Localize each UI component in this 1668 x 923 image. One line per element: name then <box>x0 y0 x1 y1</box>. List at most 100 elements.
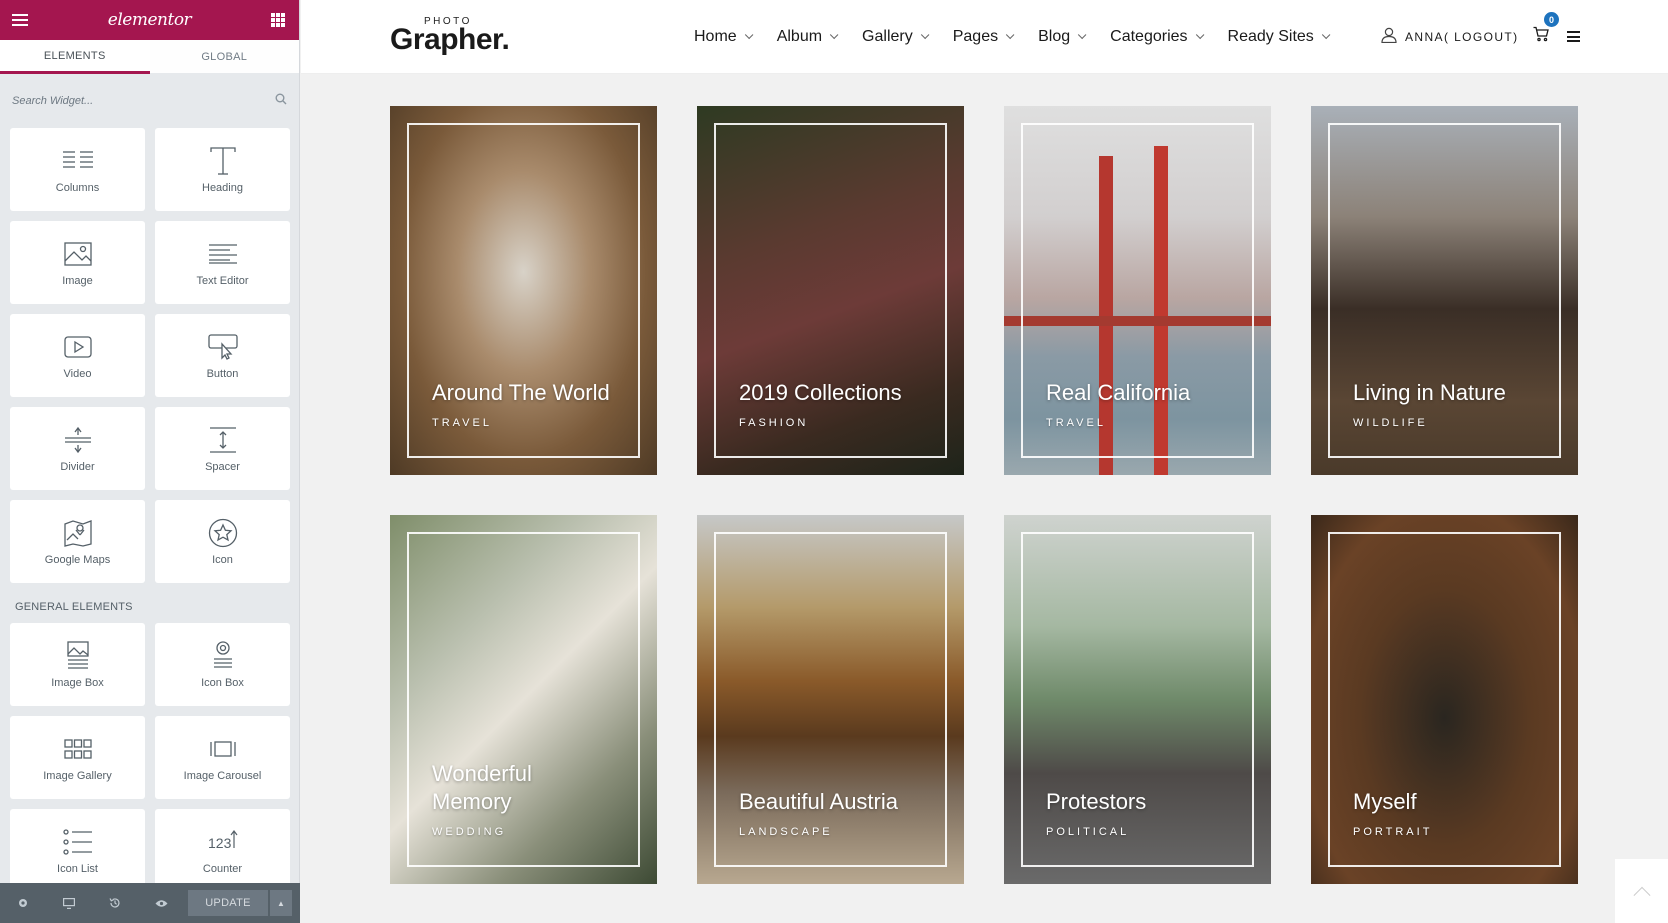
widget-spacer[interactable]: Spacer <box>155 407 290 490</box>
card-frame <box>1328 123 1561 458</box>
update-button[interactable]: UPDATE <box>188 890 268 916</box>
widget-button[interactable]: Button <box>155 314 290 397</box>
history-icon[interactable] <box>106 883 124 923</box>
card-category: TRAVEL <box>1046 417 1106 429</box>
widget-text-editor[interactable]: Text Editor <box>155 221 290 304</box>
widget-icon-box[interactable]: Icon Box <box>155 623 290 706</box>
update-options-caret-icon[interactable]: ▲ <box>270 890 292 916</box>
cart-icon[interactable] <box>1533 26 1549 47</box>
chevron-down-icon <box>1195 30 1204 40</box>
widget-image-carousel[interactable]: Image Carousel <box>155 716 290 799</box>
nav-label: Pages <box>952 28 999 45</box>
scroll-to-top-button[interactable] <box>1615 859 1668 923</box>
nav-label: Gallery <box>862 28 913 45</box>
responsive-desktop-icon[interactable] <box>60 883 78 923</box>
star-icon <box>208 518 238 548</box>
account-link[interactable]: ANNA( LOGOUT) <box>1381 27 1519 46</box>
main-navigation: Home Album Gallery Pages Blog Categories… <box>694 0 1354 74</box>
card-frame <box>407 123 640 458</box>
chevron-down-icon <box>920 30 930 40</box>
gallery-card[interactable]: Living in Nature WILDLIFE <box>1311 106 1578 475</box>
card-frame <box>1328 532 1561 867</box>
card-category: TRAVEL <box>432 417 492 429</box>
nav-categories[interactable]: Categories <box>1110 28 1204 46</box>
account-label: ANNA( LOGOUT) <box>1405 29 1519 44</box>
widget-label: Button <box>206 367 239 380</box>
widget-columns[interactable]: Columns <box>10 128 145 211</box>
chevron-down-icon <box>1321 30 1331 40</box>
gallery-card[interactable]: Wonderful Memory WEDDING <box>390 515 657 884</box>
chevron-down-icon <box>744 30 754 40</box>
widget-label: Icon <box>212 553 233 566</box>
gallery-card[interactable]: Real California TRAVEL <box>1004 106 1271 475</box>
widgets-grid-icon[interactable] <box>270 13 285 27</box>
widget-google-maps[interactable]: Google Maps <box>10 500 145 583</box>
gallery-card[interactable]: Around The World TRAVEL <box>390 106 657 475</box>
card-frame <box>1021 123 1254 458</box>
card-frame <box>714 123 947 458</box>
general-elements-heading: GENERAL ELEMENTS <box>15 601 133 613</box>
card-title: Beautiful Austria <box>739 789 898 814</box>
widget-label: Divider <box>60 460 95 473</box>
card-category: WEDDING <box>432 826 507 838</box>
widget-image-gallery[interactable]: Image Gallery <box>10 716 145 799</box>
nav-ready-sites[interactable]: Ready Sites <box>1227 28 1331 46</box>
widget-icon[interactable]: Icon <box>155 500 290 583</box>
user-icon <box>1381 27 1397 46</box>
widget-image[interactable]: Image <box>10 221 145 304</box>
preview-eye-icon[interactable] <box>152 883 170 923</box>
nav-home[interactable]: Home <box>694 28 754 46</box>
widget-heading[interactable]: Heading <box>155 128 290 211</box>
widget-label: Spacer <box>205 460 240 473</box>
site-header: PHOTO Grapher. Home Album Gallery Pages … <box>301 0 1668 74</box>
widget-divider[interactable]: Divider <box>10 407 145 490</box>
icon-list-icon <box>62 827 93 857</box>
card-title: Real California <box>1046 380 1191 405</box>
widget-search <box>0 74 299 128</box>
elementor-panel: elementor ELEMENTS GLOBAL Columns Headin… <box>0 0 300 923</box>
card-title: Around The World <box>432 380 610 405</box>
site-preview: PHOTO Grapher. Home Album Gallery Pages … <box>301 0 1668 923</box>
tab-global[interactable]: GLOBAL <box>149 40 299 74</box>
panel-header: elementor <box>0 0 299 40</box>
search-icon[interactable] <box>275 92 287 110</box>
chevron-up-icon <box>1633 886 1650 904</box>
site-logo[interactable]: PHOTO Grapher. <box>390 16 520 56</box>
widget-label: Image Carousel <box>183 769 262 782</box>
menu-icon[interactable] <box>1567 31 1580 42</box>
cart-count-badge: 0 <box>1544 12 1559 27</box>
image-carousel-icon <box>209 734 237 764</box>
widget-image-box[interactable]: Image Box <box>10 623 145 706</box>
widget-label: Image Gallery <box>43 769 112 782</box>
widget-icon-list[interactable]: Icon List <box>10 809 145 892</box>
nav-label: Categories <box>1110 28 1188 45</box>
hamburger-menu-icon[interactable] <box>12 14 28 26</box>
nav-gallery[interactable]: Gallery <box>862 28 930 46</box>
elementor-logo: elementor <box>107 10 192 30</box>
widget-label: Image Box <box>51 676 104 689</box>
button-icon <box>207 332 238 362</box>
gallery-card[interactable]: Beautiful Austria LANDSCAPE <box>697 515 964 884</box>
nav-label: Album <box>776 28 823 45</box>
nav-pages[interactable]: Pages <box>952 28 1015 46</box>
gallery-card[interactable]: Myself PORTRAIT <box>1311 515 1578 884</box>
counter-icon: 123 <box>208 827 238 857</box>
widget-counter[interactable]: 123 Counter <box>155 809 290 892</box>
widget-label: Image <box>62 274 93 287</box>
nav-label: Ready Sites <box>1227 28 1314 45</box>
card-frame <box>714 532 947 867</box>
settings-gear-icon[interactable] <box>14 883 32 923</box>
tab-elements[interactable]: ELEMENTS <box>0 40 150 74</box>
card-category: LANDSCAPE <box>739 826 833 838</box>
nav-album[interactable]: Album <box>776 28 839 46</box>
card-title: 2019 Collections <box>739 380 902 405</box>
search-widget-input[interactable] <box>12 95 252 107</box>
nav-blog[interactable]: Blog <box>1038 28 1087 46</box>
card-title: Myself <box>1353 789 1417 814</box>
chevron-down-icon <box>1005 30 1015 40</box>
gallery-card[interactable]: Protestors POLITICAL <box>1004 515 1271 884</box>
gallery-card[interactable]: 2019 Collections FASHION <box>697 106 964 475</box>
widget-label: Icon Box <box>201 676 244 689</box>
widget-video[interactable]: Video <box>10 314 145 397</box>
card-title: Protestors <box>1046 789 1147 814</box>
